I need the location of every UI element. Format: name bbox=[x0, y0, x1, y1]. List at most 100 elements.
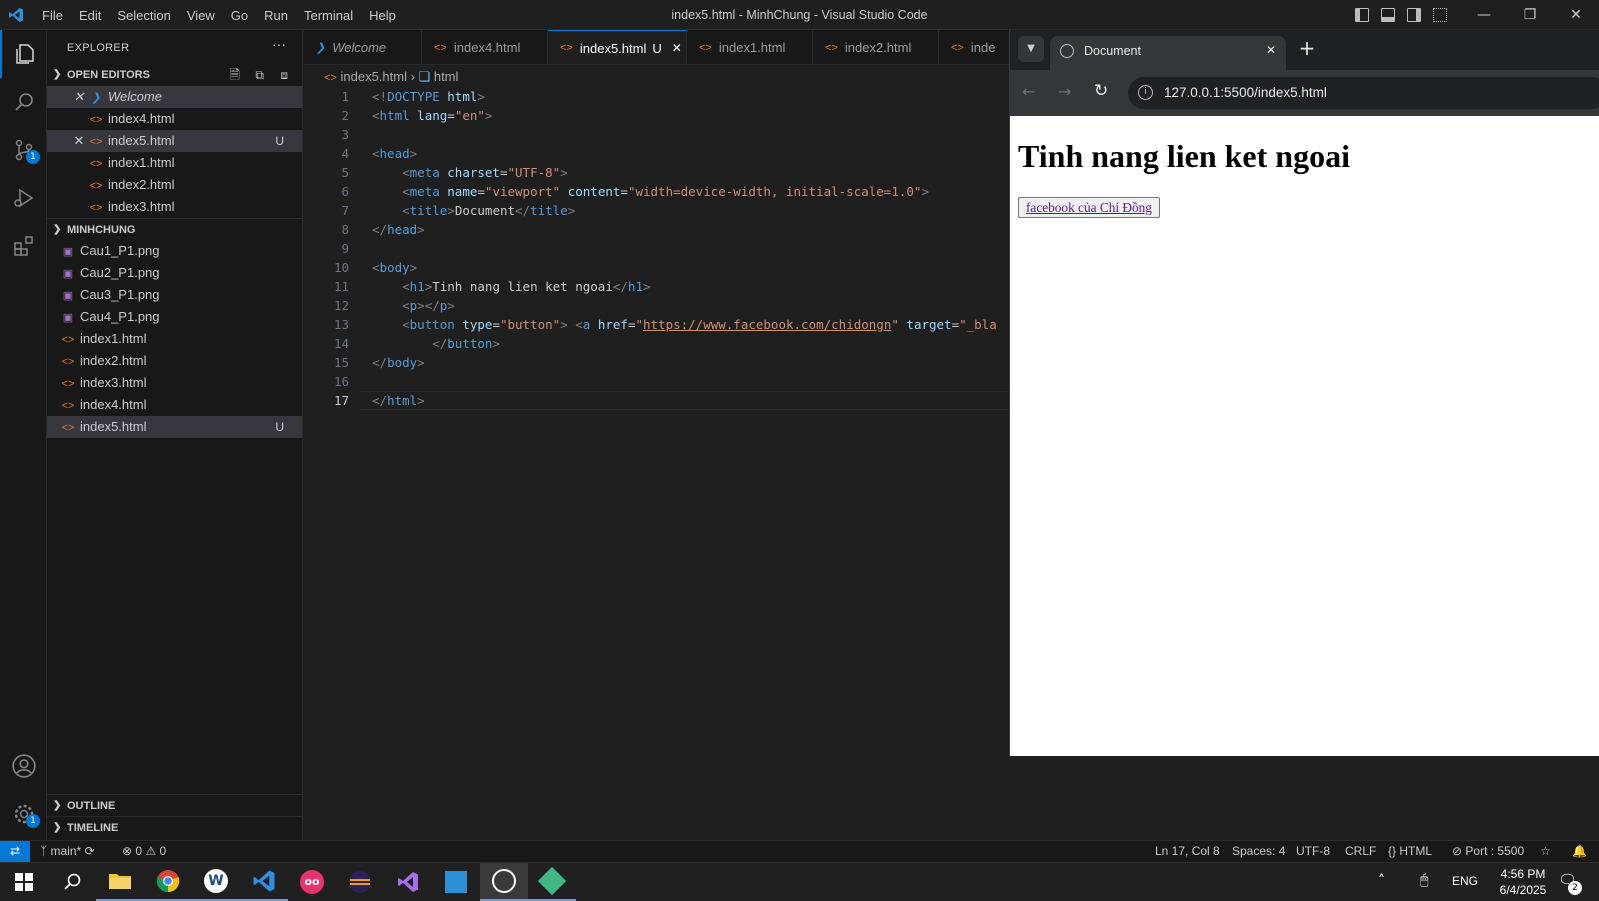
toggle-primary-sidebar-icon[interactable] bbox=[1355, 8, 1369, 22]
file-item[interactable]: <> index2.html bbox=[47, 350, 302, 372]
app-icon[interactable] bbox=[432, 863, 480, 901]
vscode-logo-icon bbox=[9, 8, 23, 22]
search-activity[interactable] bbox=[0, 78, 47, 126]
menu-go[interactable]: Go bbox=[223, 8, 256, 23]
file-item[interactable]: ▣ Cau4_P1.png bbox=[47, 306, 302, 328]
tab-index2[interactable]: <> index2.html bbox=[813, 30, 939, 64]
chrome-app[interactable] bbox=[144, 863, 192, 901]
notifications-bell-icon[interactable]: 🔔 bbox=[1572, 841, 1587, 863]
explorer-activity[interactable] bbox=[0, 30, 47, 78]
tab-search-button[interactable]: ▼ bbox=[1018, 36, 1044, 62]
customize-layout-icon[interactable] bbox=[1433, 8, 1447, 22]
file-item[interactable]: <> index1.html bbox=[47, 328, 302, 350]
code-link[interactable]: https://www.facebook.com/chidongn bbox=[643, 317, 891, 332]
menu-terminal[interactable]: Terminal bbox=[296, 8, 361, 23]
cursor-position[interactable]: Ln 17, Col 8 bbox=[1155, 841, 1220, 863]
close-icon[interactable]: ✕ bbox=[71, 130, 87, 152]
source-control-activity[interactable]: 1 bbox=[0, 126, 47, 174]
app-icon[interactable] bbox=[528, 863, 576, 901]
toggle-panel-icon[interactable] bbox=[1381, 8, 1395, 22]
menu-run[interactable]: Run bbox=[256, 8, 296, 23]
reload-icon[interactable]: ↻ bbox=[1094, 81, 1108, 101]
clock[interactable]: 4:56 PM 6/4/2025 bbox=[1488, 866, 1558, 898]
outline-header[interactable]: ❯ OUTLINE bbox=[47, 794, 302, 816]
file-explorer-app[interactable] bbox=[96, 863, 144, 901]
indentation[interactable]: Spaces: 4 bbox=[1232, 841, 1285, 863]
branch-indicator[interactable]: ᛉ main* ⟳ bbox=[40, 841, 95, 863]
tab-index1[interactable]: <> index1.html bbox=[687, 30, 813, 64]
visual-studio-app[interactable] bbox=[384, 863, 432, 901]
facebook-link[interactable]: facebook của Chí Đồng bbox=[1026, 200, 1152, 215]
vscode-app[interactable] bbox=[240, 863, 288, 901]
open-editors-header[interactable]: ❯ OPEN EDITORS 🗎 ⧉ ⧈ bbox=[47, 64, 302, 86]
save-all-icon[interactable]: ⧉ bbox=[255, 64, 264, 86]
breadcrumb-symbol[interactable]: html bbox=[434, 69, 459, 84]
file-item[interactable]: ▣ Cau1_P1.png bbox=[47, 240, 302, 262]
open-editor-item[interactable]: ✕ <> index5.html U bbox=[47, 130, 302, 152]
language-mode[interactable]: {} HTML bbox=[1388, 841, 1432, 863]
extensions-activity[interactable] bbox=[0, 222, 47, 270]
encoding[interactable]: UTF-8 bbox=[1296, 841, 1330, 863]
open-editor-item[interactable]: <> index4.html bbox=[47, 108, 302, 130]
language-indicator[interactable]: ENG bbox=[1452, 874, 1478, 888]
app-icon[interactable] bbox=[480, 863, 528, 901]
live-server-port[interactable]: ⊘ Port : 5500 bbox=[1452, 841, 1524, 863]
code-line: </html> bbox=[372, 393, 425, 408]
menu-help[interactable]: Help bbox=[361, 8, 404, 23]
file-item[interactable]: ▣ Cau2_P1.png bbox=[47, 262, 302, 284]
close-all-icon[interactable]: ⧈ bbox=[280, 64, 288, 86]
toggle-secondary-sidebar-icon[interactable] bbox=[1407, 8, 1421, 22]
accounts-activity[interactable] bbox=[0, 742, 47, 790]
close-window-button[interactable]: ✕ bbox=[1553, 0, 1599, 30]
open-editor-item[interactable]: ✕ ❯ Welcome bbox=[47, 86, 302, 108]
close-icon[interactable]: ✕ bbox=[672, 41, 682, 55]
folder-header[interactable]: ❯ MINHCHUNG bbox=[47, 218, 302, 240]
tab-welcome[interactable]: ❯ Welcome bbox=[304, 30, 422, 64]
menu-selection[interactable]: Selection bbox=[109, 8, 178, 23]
file-item[interactable]: ▣ Cau3_P1.png bbox=[47, 284, 302, 306]
tab-index4[interactable]: <> index4.html bbox=[422, 30, 548, 64]
file-item[interactable]: <> index5.html U bbox=[47, 416, 302, 438]
restore-button[interactable]: ❐ bbox=[1507, 0, 1553, 30]
new-untitled-file-icon[interactable]: 🗎 bbox=[230, 64, 240, 86]
manage-activity[interactable]: 1 bbox=[0, 790, 47, 838]
menu-edit[interactable]: Edit bbox=[71, 8, 109, 23]
line-number: 11 bbox=[333, 279, 349, 294]
run-debug-activity[interactable] bbox=[0, 174, 47, 222]
file-item[interactable]: <> index4.html bbox=[47, 394, 302, 416]
start-button[interactable] bbox=[0, 863, 48, 901]
network-icon[interactable]: 🖱 bbox=[1420, 872, 1428, 888]
tab-index5[interactable]: <> index5.html U ✕ bbox=[548, 30, 687, 64]
menu-view[interactable]: View bbox=[179, 8, 223, 23]
eclipse-app[interactable] bbox=[336, 863, 384, 901]
more-actions-icon[interactable]: ··· bbox=[272, 36, 286, 52]
menu-file[interactable]: File bbox=[34, 8, 71, 23]
app-icon[interactable]: oo bbox=[288, 863, 336, 901]
chevron-up-icon[interactable]: ˄ bbox=[1378, 873, 1385, 889]
open-editor-item[interactable]: <> index1.html bbox=[47, 152, 302, 174]
forward-arrow-icon[interactable]: → bbox=[1058, 82, 1071, 101]
tab-index3[interactable]: <> inde bbox=[939, 30, 1009, 64]
breadcrumb-file[interactable]: index5.html bbox=[340, 69, 406, 84]
timeline-header[interactable]: ❯ TIMELINE bbox=[47, 816, 302, 838]
open-editor-item[interactable]: <> index2.html bbox=[47, 174, 302, 196]
browser-tab[interactable]: Document ✕ bbox=[1050, 36, 1286, 70]
file-item[interactable]: <> index3.html bbox=[47, 372, 302, 394]
new-tab-button[interactable]: + bbox=[1294, 36, 1320, 62]
close-icon[interactable]: ✕ bbox=[1266, 43, 1276, 57]
close-icon[interactable]: ✕ bbox=[71, 86, 87, 108]
taskbar-search[interactable] bbox=[48, 863, 96, 901]
problems-indicator[interactable]: ⊗ 0 ⚠ 0 bbox=[122, 841, 166, 863]
address-bar[interactable]: i 127.0.0.1:5500/index5.html bbox=[1128, 77, 1599, 109]
app-icon[interactable]: W bbox=[192, 863, 240, 901]
site-info-icon[interactable]: i bbox=[1138, 85, 1153, 100]
notifications-button[interactable]: 🗨 2 bbox=[1558, 871, 1582, 895]
url-text[interactable]: 127.0.0.1:5500/index5.html bbox=[1164, 85, 1327, 100]
facebook-button[interactable]: facebook của Chí Đồng bbox=[1018, 197, 1160, 218]
line-ending[interactable]: CRLF bbox=[1345, 841, 1376, 863]
remote-indicator[interactable]: ⇄ bbox=[0, 841, 30, 863]
back-arrow-icon[interactable]: ← bbox=[1022, 82, 1035, 101]
open-editor-item[interactable]: <> index3.html bbox=[47, 196, 302, 218]
minimize-button[interactable]: — bbox=[1461, 0, 1507, 30]
feedback-icon[interactable]: ☆ bbox=[1540, 841, 1551, 863]
